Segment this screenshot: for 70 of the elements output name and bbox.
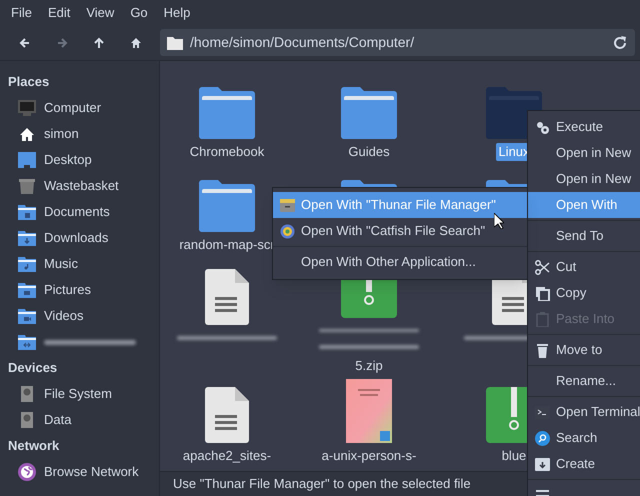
menu-item[interactable]: Edit xyxy=(40,2,78,22)
folder-icon xyxy=(18,204,36,220)
sidebar-item[interactable]: File System xyxy=(44,384,112,404)
file-name: apache2_sites- xyxy=(182,447,272,465)
file-manager-icon xyxy=(280,198,295,212)
section-heading: Places xyxy=(7,73,50,92)
menu-item[interactable]: File xyxy=(4,2,39,22)
sidebar-item[interactable]: Computer xyxy=(44,98,102,118)
folder-icon[interactable] xyxy=(341,87,397,139)
folder-icon xyxy=(18,308,36,324)
globe-icon xyxy=(18,463,36,481)
location-field[interactable]: /home/simon/Documents/Computer/ xyxy=(160,29,635,56)
section-heading: Network xyxy=(7,437,60,456)
menu-item[interactable]: Help xyxy=(156,2,198,22)
folder-icon xyxy=(18,256,36,272)
folder-icon xyxy=(18,282,36,298)
file-name: 5.zip xyxy=(354,356,384,375)
trash-icon xyxy=(18,178,36,194)
folder-icon xyxy=(18,152,36,168)
file-name: random-map-scr xyxy=(178,236,276,254)
trash-icon xyxy=(535,342,550,358)
menu-item[interactable]: Rename... xyxy=(528,368,640,394)
sidebar-item[interactable]: Wastebasket xyxy=(44,176,119,196)
drive-icon xyxy=(18,412,36,428)
sidebar-item[interactable]: Music xyxy=(44,254,78,274)
document-icon[interactable] xyxy=(205,269,249,325)
file-name: Guides xyxy=(347,143,391,161)
file-name: Chromebook xyxy=(188,143,266,161)
section-heading: Devices xyxy=(7,359,58,378)
sidebar-item[interactable]: Browse Network xyxy=(44,462,139,482)
menu-item[interactable]: Go xyxy=(123,2,155,22)
sidebar-item[interactable]: Pictures xyxy=(44,280,91,300)
sidebar-item[interactable]: Desktop xyxy=(44,150,92,170)
folder-icon xyxy=(18,334,36,350)
mouse-pointer-icon xyxy=(494,213,504,229)
path-text: /home/simon/Documents/Computer/ xyxy=(190,33,416,52)
menu-item[interactable]: Move to xyxy=(528,337,640,363)
archive-box-icon xyxy=(535,456,550,472)
menu-item[interactable]: Open Terminal xyxy=(528,399,640,425)
clipboard-icon xyxy=(535,312,550,326)
drive-icon xyxy=(18,386,36,402)
folder-icon xyxy=(167,36,183,50)
document-icon[interactable] xyxy=(205,387,249,443)
menu-item[interactable]: View xyxy=(79,2,122,22)
sidebar-item[interactable]: Downloads xyxy=(44,228,108,248)
sidebar-item[interactable]: Documents xyxy=(44,202,110,222)
sidebar-item[interactable]: Data xyxy=(44,410,72,430)
menu-item[interactable]: Open in New xyxy=(528,166,640,192)
menu-item[interactable]: Execute xyxy=(528,114,640,140)
home-icon xyxy=(18,126,36,142)
scissors-icon xyxy=(535,260,550,274)
menu-item[interactable]: Open With "Catfish File Search" xyxy=(273,218,527,244)
menu-item[interactable]: Search xyxy=(528,425,640,451)
file-name: a-unix-person-s- xyxy=(320,447,418,465)
menu-item[interactable]: Copy xyxy=(528,280,640,306)
reload-icon[interactable] xyxy=(612,34,628,50)
sidebar-item[interactable]: simon xyxy=(44,124,79,144)
catfish-icon xyxy=(280,224,295,238)
search-icon xyxy=(535,430,550,446)
folder-icon[interactable] xyxy=(199,87,255,139)
folder-icon[interactable] xyxy=(199,180,255,232)
menu-item[interactable]: Send To xyxy=(528,223,640,249)
sidebar-item[interactable]: Videos xyxy=(44,306,84,326)
menu-item[interactable]: Open With Other Application... xyxy=(273,249,527,275)
file-name: blue xyxy=(500,447,528,465)
monitor-icon xyxy=(18,100,36,116)
copy-icon xyxy=(535,286,550,300)
folder-icon xyxy=(18,230,36,246)
gears-icon xyxy=(535,120,550,134)
menu-item[interactable]: Cut xyxy=(528,254,640,280)
